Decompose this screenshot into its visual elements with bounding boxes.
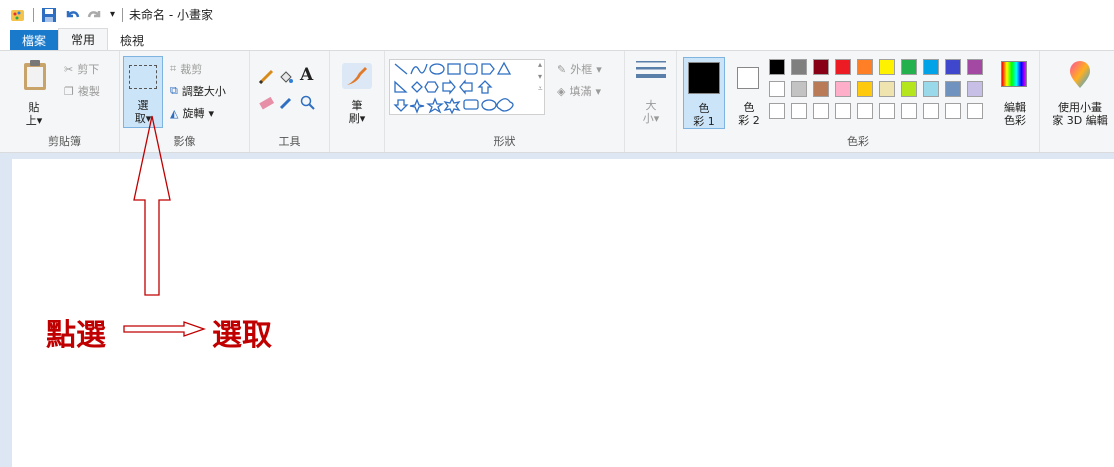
annotation-select-text: 選取 <box>212 318 272 353</box>
up-arrow <box>133 115 171 296</box>
right-arrow <box>123 321 206 337</box>
annotation-click-text: 點選 <box>46 318 106 353</box>
annotation-layer <box>123 115 206 337</box>
